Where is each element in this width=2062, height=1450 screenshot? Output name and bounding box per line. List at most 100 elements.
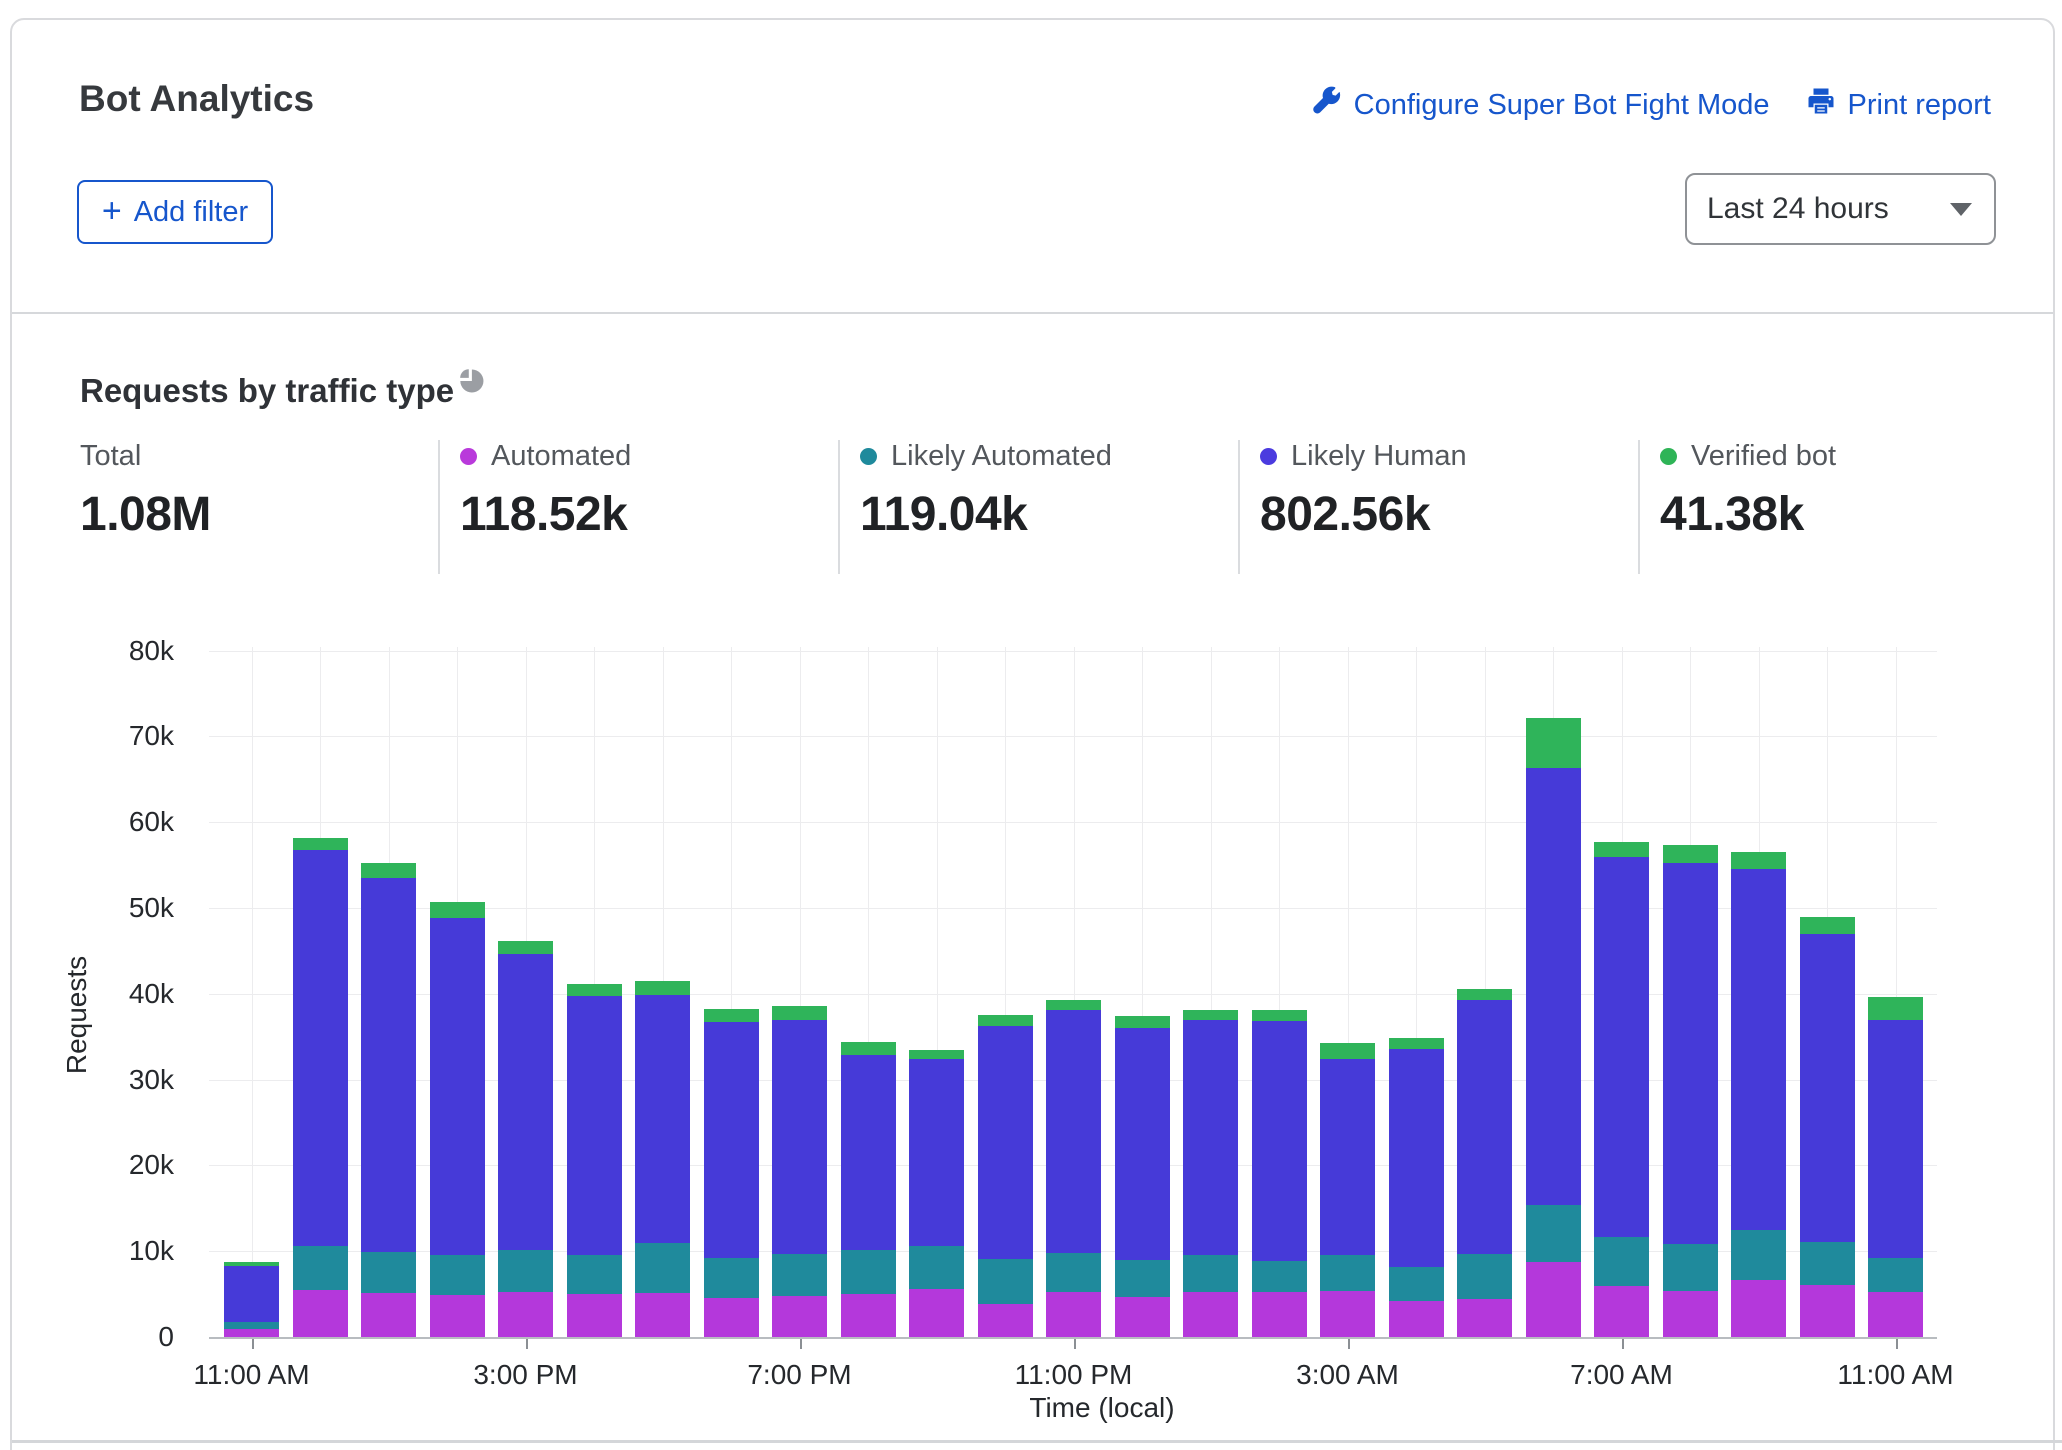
bar-segment-likely-human[interactable] bbox=[1868, 1020, 1923, 1258]
bar-segment-verified-bot[interactable] bbox=[224, 1262, 279, 1266]
bar-segment-verified-bot[interactable] bbox=[1594, 842, 1649, 858]
bar-segment-likely-automated[interactable] bbox=[704, 1258, 759, 1298]
print-report-link[interactable]: Print report bbox=[1806, 86, 1991, 124]
bar-segment-likely-human[interactable] bbox=[1731, 869, 1786, 1229]
bar-segment-automated[interactable] bbox=[1868, 1292, 1923, 1337]
bar-segment-verified-bot[interactable] bbox=[704, 1009, 759, 1022]
bar-segment-likely-automated[interactable] bbox=[1115, 1260, 1170, 1297]
add-filter-button[interactable]: + Add filter bbox=[77, 180, 273, 244]
bar-segment-likely-automated[interactable] bbox=[909, 1246, 964, 1289]
bar-segment-verified-bot[interactable] bbox=[1046, 1000, 1101, 1010]
bar-segment-automated[interactable] bbox=[1046, 1292, 1101, 1337]
bar-segment-likely-automated[interactable] bbox=[430, 1255, 485, 1295]
bar-segment-likely-human[interactable] bbox=[498, 954, 553, 1250]
bar-segment-likely-automated[interactable] bbox=[224, 1322, 279, 1329]
bar-segment-automated[interactable] bbox=[1731, 1280, 1786, 1337]
bar-segment-verified-bot[interactable] bbox=[909, 1050, 964, 1059]
bar-segment-automated[interactable] bbox=[841, 1294, 896, 1337]
bar-segment-verified-bot[interactable] bbox=[1320, 1043, 1375, 1059]
bar-segment-likely-automated[interactable] bbox=[978, 1259, 1033, 1304]
bar-segment-likely-human[interactable] bbox=[293, 850, 348, 1246]
bar-segment-likely-automated[interactable] bbox=[1183, 1255, 1238, 1292]
bar-segment-automated[interactable] bbox=[704, 1298, 759, 1337]
bar-segment-automated[interactable] bbox=[1594, 1286, 1649, 1337]
bar-segment-verified-bot[interactable] bbox=[293, 838, 348, 850]
bar-segment-verified-bot[interactable] bbox=[1800, 917, 1855, 934]
bar-segment-likely-human[interactable] bbox=[224, 1266, 279, 1322]
bar-segment-automated[interactable] bbox=[224, 1329, 279, 1337]
bar-segment-likely-automated[interactable] bbox=[1800, 1242, 1855, 1285]
bar-segment-likely-automated[interactable] bbox=[772, 1254, 827, 1296]
bar-segment-likely-human[interactable] bbox=[1183, 1020, 1238, 1255]
bar-segment-likely-automated[interactable] bbox=[1731, 1230, 1786, 1280]
bar-segment-verified-bot[interactable] bbox=[772, 1006, 827, 1020]
bar-segment-likely-human[interactable] bbox=[1046, 1010, 1101, 1253]
bar-segment-verified-bot[interactable] bbox=[1663, 845, 1718, 862]
bar-segment-likely-automated[interactable] bbox=[293, 1246, 348, 1290]
bar-segment-likely-automated[interactable] bbox=[1663, 1244, 1718, 1290]
bar-segment-likely-automated[interactable] bbox=[498, 1250, 553, 1292]
bar-segment-likely-human[interactable] bbox=[1252, 1021, 1307, 1260]
bar-segment-automated[interactable] bbox=[1800, 1285, 1855, 1337]
bar-segment-verified-bot[interactable] bbox=[841, 1042, 896, 1054]
bar-segment-automated[interactable] bbox=[361, 1293, 416, 1337]
bar-segment-automated[interactable] bbox=[1457, 1299, 1512, 1337]
bar-segment-verified-bot[interactable] bbox=[1731, 852, 1786, 869]
bar-segment-verified-bot[interactable] bbox=[978, 1015, 1033, 1026]
bar-segment-automated[interactable] bbox=[430, 1295, 485, 1337]
bar-segment-automated[interactable] bbox=[1252, 1292, 1307, 1337]
bar-segment-likely-automated[interactable] bbox=[1046, 1253, 1101, 1292]
bar-segment-verified-bot[interactable] bbox=[1183, 1010, 1238, 1020]
bar-segment-likely-automated[interactable] bbox=[1526, 1205, 1581, 1262]
bar-segment-likely-automated[interactable] bbox=[635, 1243, 690, 1293]
bar-segment-likely-automated[interactable] bbox=[841, 1250, 896, 1294]
bar-segment-automated[interactable] bbox=[635, 1293, 690, 1337]
bar-segment-likely-automated[interactable] bbox=[361, 1252, 416, 1293]
bar-segment-likely-human[interactable] bbox=[841, 1055, 896, 1251]
bar-segment-likely-human[interactable] bbox=[1663, 863, 1718, 1245]
bar-segment-automated[interactable] bbox=[1526, 1262, 1581, 1337]
bar-segment-automated[interactable] bbox=[1663, 1291, 1718, 1337]
bar-segment-likely-automated[interactable] bbox=[1868, 1258, 1923, 1292]
bar-segment-likely-human[interactable] bbox=[909, 1059, 964, 1246]
bar-segment-verified-bot[interactable] bbox=[498, 941, 553, 954]
bar-segment-likely-automated[interactable] bbox=[1389, 1267, 1444, 1301]
bar-segment-likely-human[interactable] bbox=[1457, 1000, 1512, 1254]
bar-segment-likely-human[interactable] bbox=[1389, 1049, 1444, 1267]
bar-segment-verified-bot[interactable] bbox=[1115, 1016, 1170, 1028]
bar-segment-likely-human[interactable] bbox=[430, 918, 485, 1254]
bar-segment-verified-bot[interactable] bbox=[1868, 997, 1923, 1019]
bar-segment-likely-human[interactable] bbox=[1115, 1028, 1170, 1260]
bar-segment-likely-human[interactable] bbox=[567, 996, 622, 1254]
bar-segment-likely-human[interactable] bbox=[1526, 768, 1581, 1205]
bar-segment-verified-bot[interactable] bbox=[635, 981, 690, 995]
bar-segment-verified-bot[interactable] bbox=[1457, 989, 1512, 1001]
bar-segment-likely-human[interactable] bbox=[704, 1022, 759, 1258]
bar-segment-likely-automated[interactable] bbox=[567, 1255, 622, 1294]
bar-segment-likely-human[interactable] bbox=[772, 1020, 827, 1253]
bar-segment-verified-bot[interactable] bbox=[567, 984, 622, 996]
bar-segment-likely-automated[interactable] bbox=[1594, 1237, 1649, 1287]
bar-segment-automated[interactable] bbox=[498, 1292, 553, 1337]
configure-super-bot-fight-mode-link[interactable]: Configure Super Bot Fight Mode bbox=[1312, 86, 1770, 124]
bar-segment-verified-bot[interactable] bbox=[1252, 1010, 1307, 1021]
bar-segment-verified-bot[interactable] bbox=[1526, 718, 1581, 768]
time-range-dropdown[interactable]: Last 24 hours bbox=[1685, 173, 1996, 245]
bar-segment-likely-human[interactable] bbox=[635, 995, 690, 1244]
bar-segment-automated[interactable] bbox=[909, 1289, 964, 1337]
bar-segment-likely-human[interactable] bbox=[978, 1026, 1033, 1259]
bar-segment-automated[interactable] bbox=[1115, 1297, 1170, 1337]
bar-segment-likely-human[interactable] bbox=[1800, 934, 1855, 1242]
bar-segment-automated[interactable] bbox=[772, 1296, 827, 1337]
bar-segment-automated[interactable] bbox=[1183, 1292, 1238, 1337]
bar-segment-verified-bot[interactable] bbox=[1389, 1038, 1444, 1050]
bar-segment-verified-bot[interactable] bbox=[361, 863, 416, 878]
bar-segment-likely-human[interactable] bbox=[361, 878, 416, 1252]
bar-segment-likely-automated[interactable] bbox=[1252, 1261, 1307, 1292]
bar-segment-likely-automated[interactable] bbox=[1457, 1254, 1512, 1299]
bar-segment-likely-human[interactable] bbox=[1594, 857, 1649, 1236]
bar-segment-verified-bot[interactable] bbox=[430, 902, 485, 919]
bar-segment-automated[interactable] bbox=[1389, 1301, 1444, 1337]
bar-segment-likely-automated[interactable] bbox=[1320, 1255, 1375, 1291]
bar-segment-automated[interactable] bbox=[567, 1294, 622, 1337]
